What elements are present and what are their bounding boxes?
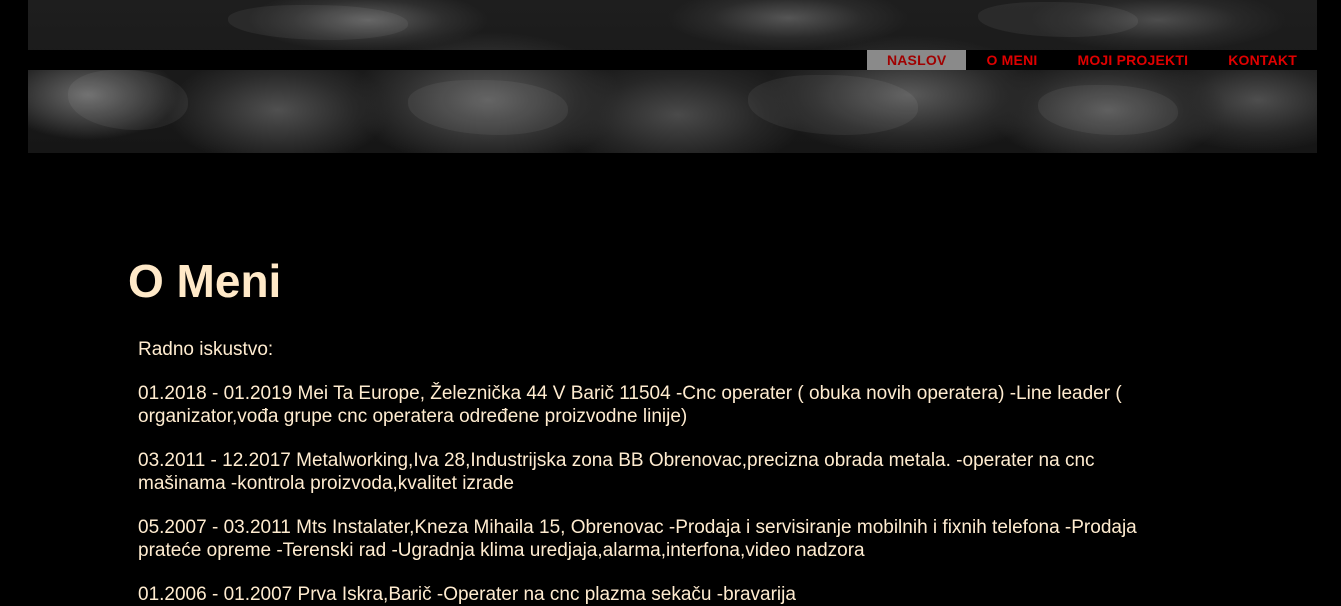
nav-item-naslov[interactable]: NASLOV <box>866 50 967 70</box>
experience-entry: 01.2006 - 01.2007 Prva Iskra,Barič -Oper… <box>138 584 796 605</box>
page: NASLOV O MENI MOJI PROJEKTI KONTAKT O Me… <box>0 0 1341 606</box>
main-content: O Meni Radno iskustvo: 01.2018 - 01.2019… <box>128 250 1168 606</box>
experience-entry: 05.2007 - 03.2011 Mts Instalater,Kneza M… <box>138 517 1137 561</box>
header-banner-image <box>28 0 1317 153</box>
nav-item-o-meni[interactable]: O MENI <box>966 50 1057 70</box>
content-body: Radno iskustvo: 01.2018 - 01.2019 Mei Ta… <box>138 338 1168 606</box>
nav-item-moji-projekti[interactable]: MOJI PROJEKTI <box>1057 50 1208 70</box>
experience-entry: 01.2018 - 01.2019 Mei Ta Europe, Železni… <box>138 383 1122 427</box>
main-navigation: NASLOV O MENI MOJI PROJEKTI KONTAKT <box>28 50 1317 70</box>
section-heading: Radno iskustvo: <box>138 339 274 360</box>
nav-item-kontakt[interactable]: KONTAKT <box>1208 50 1317 70</box>
page-title: O Meni <box>128 255 282 307</box>
experience-entry: 03.2011 - 12.2017 Metalworking,Iva 28,In… <box>138 450 1095 494</box>
